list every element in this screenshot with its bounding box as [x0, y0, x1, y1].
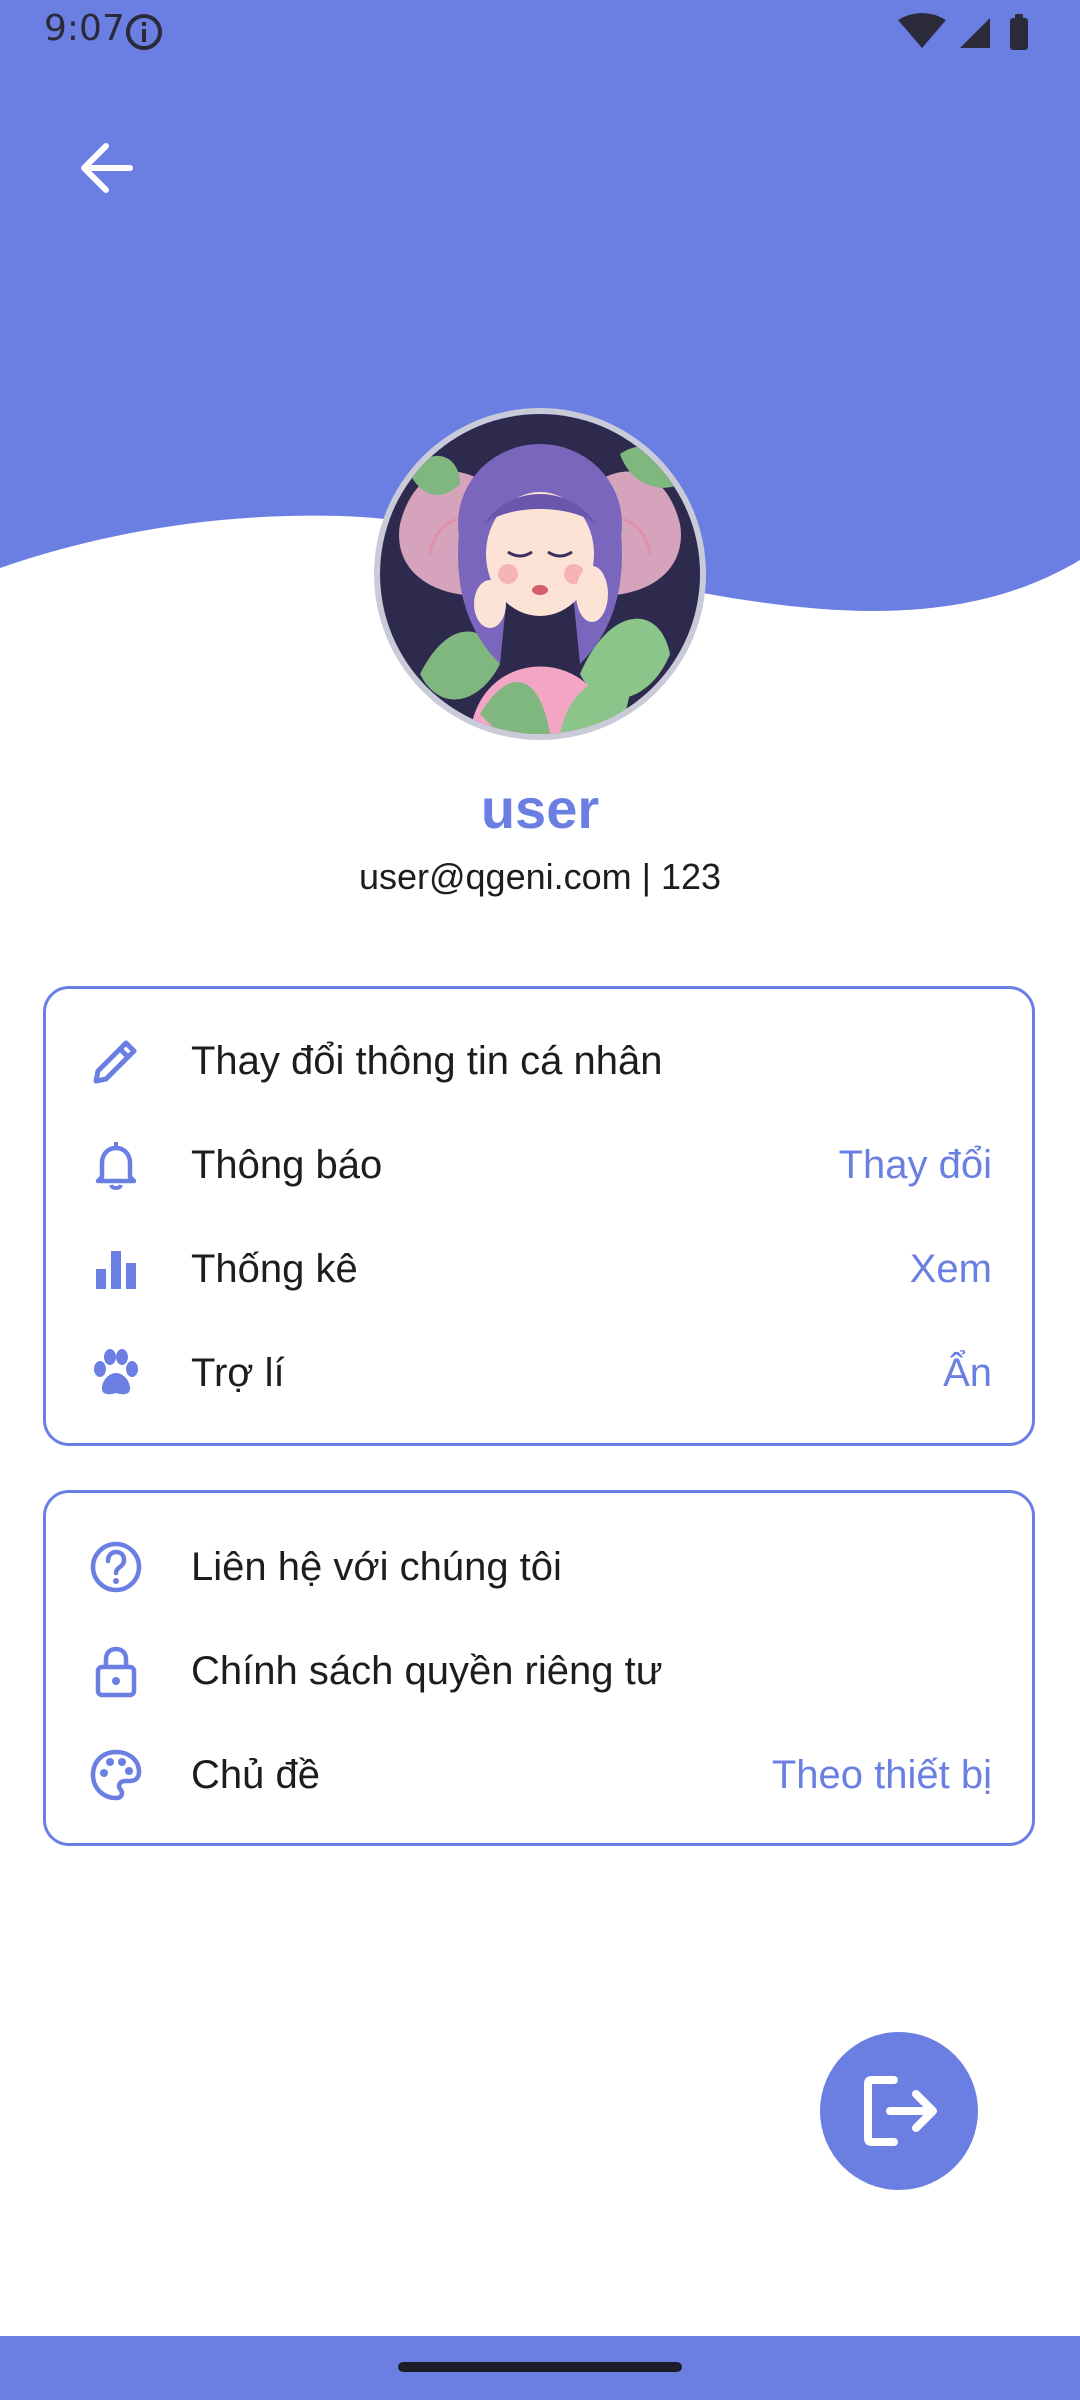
status-bar: 9:07 [0, 0, 1080, 64]
bell-icon [86, 1135, 146, 1195]
settings-item-label: Thống kê [191, 1246, 358, 1291]
logout-icon [864, 2076, 937, 2146]
back-button[interactable] [56, 118, 156, 218]
signal-icon [960, 18, 990, 48]
settings-item-value[interactable]: Thay đổi [839, 1143, 992, 1188]
settings-item-value[interactable]: Xem [910, 1247, 992, 1292]
avatar[interactable] [380, 414, 700, 734]
battery-icon [1010, 18, 1028, 50]
support-item-theme[interactable]: Chủ đề Theo thiết bị [46, 1723, 1032, 1827]
bar-chart-icon [86, 1239, 146, 1299]
pencil-icon [86, 1031, 146, 1091]
support-item-contact[interactable]: Liên hệ với chúng tôi [46, 1515, 1032, 1619]
settings-item-notifications[interactable]: Thông báo Thay đổi [46, 1113, 1032, 1217]
support-item-label: Chính sách quyền riêng tư [191, 1648, 663, 1693]
support-card: Liên hệ với chúng tôi Chính sách quyền r… [43, 1490, 1035, 1846]
status-time: 9:07 [44, 8, 125, 49]
support-item-privacy[interactable]: Chính sách quyền riêng tư [46, 1619, 1032, 1723]
system-navigation-bar [0, 2336, 1080, 2400]
home-indicator[interactable] [398, 2362, 682, 2372]
info-icon [126, 14, 162, 50]
palette-icon [86, 1745, 146, 1805]
settings-item-label: Thay đổi thông tin cá nhân [191, 1038, 663, 1083]
settings-card: Thay đổi thông tin cá nhân Thông báo Tha… [43, 986, 1035, 1446]
settings-item-statistics[interactable]: Thống kê Xem [46, 1217, 1032, 1321]
wifi-icon [898, 13, 946, 48]
paw-icon [86, 1343, 146, 1403]
support-item-label: Liên hệ với chúng tôi [191, 1544, 562, 1589]
support-item-label: Chủ đề [191, 1752, 320, 1797]
help-circle-icon [86, 1537, 146, 1597]
settings-item-assistant[interactable]: Trợ lí Ẩn [46, 1321, 1032, 1425]
lock-icon [86, 1641, 146, 1701]
settings-item-value[interactable]: Ẩn [943, 1351, 992, 1396]
logout-button[interactable] [820, 2032, 978, 2190]
settings-item-edit-profile[interactable]: Thay đổi thông tin cá nhân [46, 1009, 1032, 1113]
support-item-value[interactable]: Theo thiết bị [772, 1753, 992, 1798]
settings-item-label: Thông báo [191, 1142, 383, 1187]
arrow-left-icon [81, 143, 133, 193]
profile-subtitle: user@qgeni.com | 123 [358, 856, 722, 897]
profile-name: user [480, 777, 600, 840]
settings-item-label: Trợ lí [191, 1350, 285, 1395]
status-icons [898, 13, 1028, 50]
